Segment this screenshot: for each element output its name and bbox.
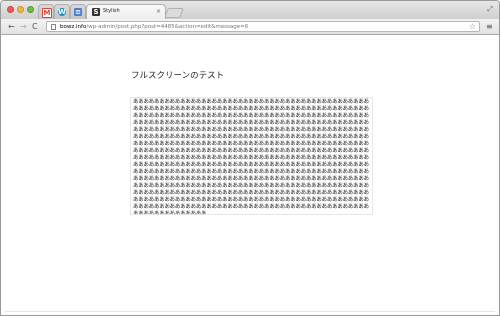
tab-strip: M W ≡ S Stylish × ⤢ (1, 1, 499, 19)
post-body-editor[interactable]: ああああああああああああああああああああああああああああああああああああああああ… (130, 97, 373, 215)
url-text[interactable]: bowz.info/wp-admin/post.php?post=4485&ac… (60, 22, 248, 32)
forward-arrow-icon[interactable]: → (20, 21, 27, 32)
url-path: /wp-admin/post.php?post=4485&action=edit… (86, 24, 249, 30)
url-host: bowz.info (60, 24, 87, 30)
wordpress-icon: W (58, 8, 66, 16)
page-content: フルスクリーンのテスト ああああああああああああああああああああああああああああ… (1, 35, 499, 315)
stylish-icon: S (92, 8, 100, 16)
browser-window: M W ≡ S Stylish × ⤢ ← → C bowz.info/wp-a… (0, 0, 500, 316)
menu-icon[interactable]: ≡ (486, 21, 493, 32)
browser-toolbar: ← → C bowz.info/wp-admin/post.php?post=4… (1, 19, 499, 35)
page-icon (51, 24, 56, 30)
minimize-window-button[interactable] (17, 6, 24, 13)
gmail-icon: M (42, 8, 52, 18)
maximize-window-button[interactable] (27, 6, 34, 13)
blue-app-icon: ≡ (74, 8, 82, 16)
back-arrow-icon[interactable]: ← (8, 21, 15, 32)
fullscreen-icon[interactable]: ⤢ (487, 5, 493, 14)
tab-wordpress[interactable]: W (54, 4, 70, 19)
tab-title: Stylish (103, 8, 120, 14)
close-tab-icon[interactable]: × (156, 7, 161, 16)
post-title[interactable]: フルスクリーンのテスト (131, 70, 224, 82)
tab-gmail[interactable]: M (38, 4, 54, 19)
bookmark-star-icon[interactable]: ☆ (469, 22, 476, 32)
tab-stylish[interactable]: S Stylish × (86, 4, 166, 19)
divider (5, 311, 495, 312)
close-window-button[interactable] (7, 6, 14, 13)
address-bar[interactable]: bowz.info/wp-admin/post.php?post=4485&ac… (46, 21, 480, 32)
post-body-text: ああああああああああああああああああああああああああああああああああああああああ… (133, 99, 369, 215)
tab-blue-app[interactable]: ≡ (70, 4, 86, 19)
new-tab-button[interactable] (164, 8, 184, 18)
reload-icon[interactable]: C (32, 21, 38, 32)
